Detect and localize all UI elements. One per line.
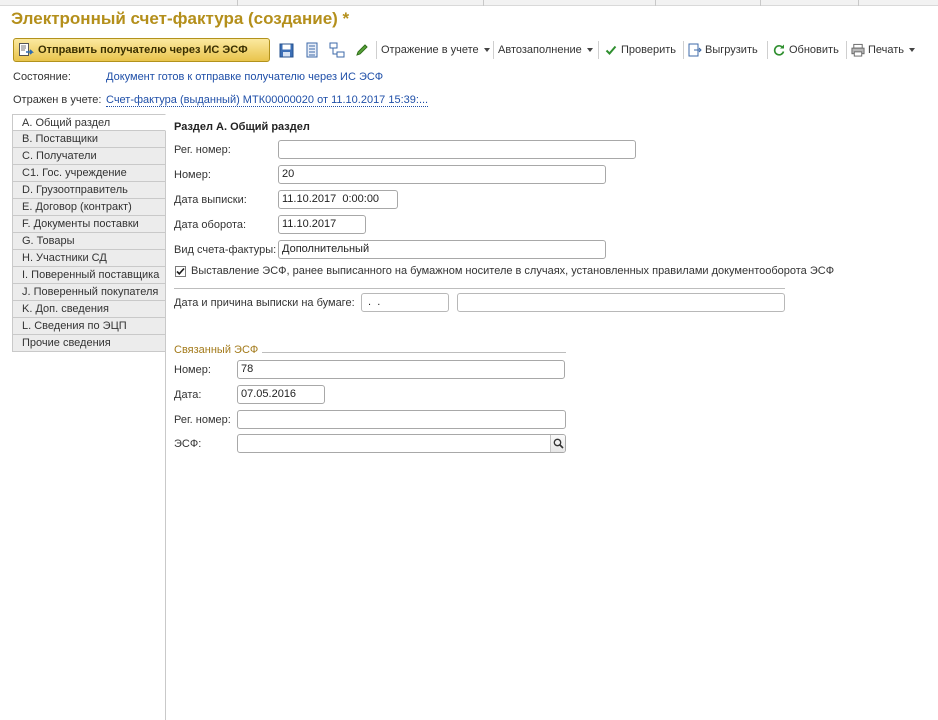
send-button-label: Отправить получателю через ИС ЭСФ [38,44,248,56]
chevron-down-icon [483,48,490,52]
paper-date-label: Дата и причина выписки на бумаге: [174,297,355,309]
search-icon[interactable] [550,435,565,452]
related-esf-field[interactable] [237,434,566,453]
reflected-document-link[interactable]: Счет-фактура (выданный) МТК00000020 от 1… [106,94,429,107]
paper-issue-checkbox[interactable] [175,266,186,277]
printer-icon [851,43,865,57]
state-label: Состояние: [13,71,71,83]
export-button-label: Выгрузить [705,44,758,56]
section-a-title: Раздел А. Общий раздел [174,121,310,133]
chevron-down-icon [586,48,593,52]
turnover-date-label: Дата оборота: [174,219,247,231]
related-number-label: Номер: [174,364,211,376]
refresh-button[interactable]: Обновить [772,40,839,60]
related-number-field[interactable]: 78 [237,360,565,379]
export-button[interactable]: Выгрузить [688,40,758,60]
state-value: Документ готов к отправке получателю чер… [106,71,384,83]
turnover-date-field[interactable]: 11.10.2017 [278,215,366,234]
checkmark-icon [604,43,618,57]
section-tab-list: А. Общий раздел В. Поставщики С. Получат… [12,114,166,352]
issue-date-label: Дата выписки: [174,194,247,206]
number-label: Номер: [174,169,211,181]
related-esf-group-title: Связанный ЭСФ [174,344,259,356]
export-icon [688,43,702,57]
refresh-button-label: Обновить [789,44,839,56]
tab-digital-signature[interactable]: L. Сведения по ЭЦП [12,318,166,335]
paper-issue-checkbox-label: Выставление ЭСФ, ранее выписанного на бу… [191,265,835,277]
paper-date-field[interactable]: . . [361,293,449,312]
number-field[interactable]: 20 [278,165,606,184]
list-document-icon[interactable] [304,42,320,58]
reflection-menu-button[interactable]: Отражение в учете [381,40,490,60]
invoice-type-field[interactable]: Дополнительный [278,240,606,259]
tab-suppliers[interactable]: В. Поставщики [12,131,166,148]
divider [174,288,785,289]
page-title: Электронный счет-фактура (создание) * [11,9,350,28]
reflection-menu-label: Отражение в учете [381,44,479,56]
reg-number-label: Рег. номер: [174,144,231,156]
tab-consignor[interactable]: D. Грузоотправитель [12,182,166,199]
tab-supplier-attorney[interactable]: I. Поверенный поставщика [12,267,166,284]
send-to-recipient-button[interactable]: Отправить получателю через ИС ЭСФ [13,38,270,62]
reg-number-field[interactable] [278,140,636,159]
autofill-menu-label: Автозаполнение [498,44,582,56]
tab-goods[interactable]: G. Товары [12,233,166,250]
save-icon[interactable] [278,42,294,58]
related-date-label: Дата: [174,389,202,401]
reflected-label: Отражен в учете: [13,94,102,106]
tab-general-section[interactable]: А. Общий раздел [12,114,166,131]
checkmark-icon [176,267,185,275]
chevron-down-icon [909,48,916,52]
tab-participants[interactable]: Н. Участники СД [12,250,166,267]
related-esf-label: ЭСФ: [174,438,202,450]
invoice-type-label: Вид счета-фактуры: [174,244,277,256]
refresh-icon [772,43,786,57]
check-button-label: Проверить [621,44,677,56]
window-tab-strip [0,0,938,6]
related-reg-number-label: Рег. номер: [174,414,231,426]
autofill-menu-button[interactable]: Автозаполнение [498,40,593,60]
group-divider [262,352,566,353]
tab-contract[interactable]: Е. Договор (контракт) [12,199,166,216]
paper-reason-field[interactable] [457,293,785,312]
structure-icon[interactable] [329,42,345,58]
print-menu-button[interactable]: Печать [851,40,916,60]
send-document-icon [18,42,34,58]
tab-government-institution[interactable]: С1. Гос. учреждение [12,165,166,182]
tab-additional-info[interactable]: K. Доп. сведения [12,301,166,318]
tab-buyer-attorney[interactable]: J. Поверенный покупателя [12,284,166,301]
related-date-field[interactable]: 07.05.2016 [237,385,325,404]
tab-delivery-documents[interactable]: F. Документы поставки [12,216,166,233]
tab-other-info[interactable]: Прочие сведения [12,335,166,352]
check-button[interactable]: Проверить [604,40,676,60]
edit-pencil-icon[interactable] [354,42,370,58]
panel-divider [165,352,166,720]
issue-date-field[interactable]: 11.10.2017 0:00:00 [278,190,398,209]
tab-recipients[interactable]: С. Получатели [12,148,166,165]
print-menu-label: Печать [868,44,905,56]
related-reg-number-field[interactable] [237,410,566,429]
